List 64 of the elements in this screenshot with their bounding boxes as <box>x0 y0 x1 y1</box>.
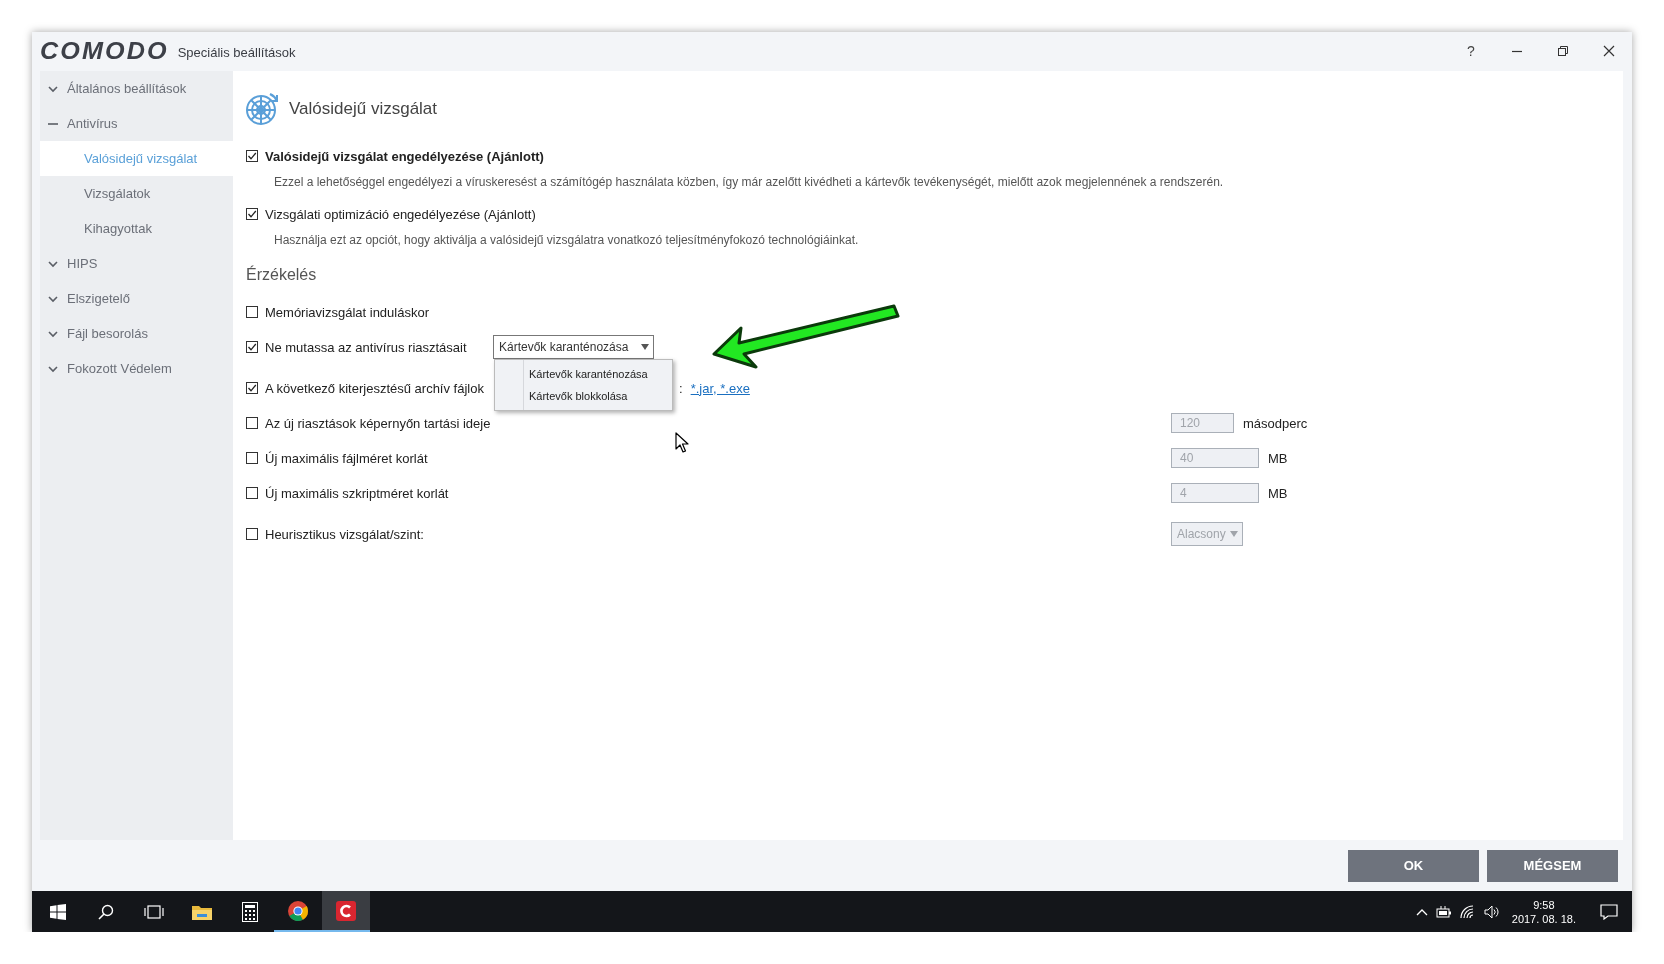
close-icon <box>1603 45 1615 57</box>
checkbox[interactable] <box>246 341 258 353</box>
taskbar-button[interactable] <box>322 891 370 932</box>
option-label: Vizsgálati optimizáció engedélyezése (Ajánlott) <box>265 206 536 222</box>
speaker-icon <box>1483 904 1500 919</box>
option-label: Ne mutassa az antivírus riasztásait <box>265 339 467 355</box>
clock-time: 9:58 <box>1533 897 1555 912</box>
start-icon <box>50 903 66 920</box>
sidebar-item[interactable]: Fájl besorolás <box>40 316 233 351</box>
wifi-icon <box>1459 904 1476 919</box>
clock-date: 2017. 08. 18. <box>1511 911 1576 926</box>
chevron-down-icon <box>48 83 58 94</box>
sidebar-item[interactable]: Elszigetelő <box>40 281 233 316</box>
sidebar-item[interactable]: HIPS <box>40 246 233 281</box>
checkbox[interactable] <box>246 208 258 220</box>
option-label: Az új riasztások képernyőn tartási ideje <box>265 415 491 431</box>
chevron-down-icon <box>48 293 58 304</box>
option-label: Valósidejű vizsgálat engedélyezése (Ajánlott) <box>265 148 544 164</box>
option-label: Memóriavizsgálat induláskor <box>265 304 429 320</box>
mouse-cursor-icon <box>675 432 689 454</box>
separator-text: : <box>679 380 683 396</box>
extensions-link[interactable]: *.jar, *.exe <box>690 380 750 396</box>
dialog-button[interactable]: MÉGSEM <box>1487 849 1618 882</box>
sidebar-item[interactable]: Kihagyottak <box>40 211 233 246</box>
battery-icon <box>1435 905 1452 918</box>
app-icon <box>335 899 357 922</box>
chevron-down-icon <box>48 258 58 269</box>
checkbox[interactable] <box>246 382 258 394</box>
notification-icon <box>1600 903 1618 920</box>
sidebar-item[interactable]: Fokozott Védelem <box>40 351 233 386</box>
option-label: Heurisztikus vizsgálat/szint: <box>265 526 424 542</box>
menu-item[interactable]: Kártevők blokkolása <box>495 385 672 407</box>
search-icon <box>98 903 114 920</box>
dialog-button[interactable]: OK <box>1348 849 1479 882</box>
menu-item[interactable]: Kártevők karanténozása <box>495 363 672 385</box>
chevron-down-icon <box>48 363 58 374</box>
chevron-up-icon <box>1415 907 1428 916</box>
sidebar-item[interactable]: Antivírus <box>40 106 233 141</box>
unit-label: MB <box>1268 450 1288 466</box>
option-label: Új maximális szkriptméret korlát <box>265 485 449 501</box>
option-label: A következő kiterjesztésű archív fájlok <box>265 380 484 396</box>
sidebar-item[interactable]: Általános beállítások <box>40 71 233 106</box>
sidebar-item[interactable]: Valósidejű vizsgálat <box>40 141 233 176</box>
caret-icon <box>641 344 649 350</box>
option-description: Ezzel a lehetőséggel engedélyezi a víruskeresést a számítógép használata közben, így már azelőtt kivédheti a kártevők tevékenységét, mielőtt azok megjelennének a rendszerén. <box>274 174 1225 191</box>
restore-icon <box>1557 45 1569 57</box>
unit-label: másodperc <box>1243 415 1308 431</box>
unit-label: MB <box>1268 485 1288 501</box>
task-view-icon <box>144 903 164 920</box>
sidebar-item[interactable]: Vizsgálatok <box>40 176 233 211</box>
checkbox[interactable] <box>246 150 258 162</box>
help-button[interactable]: ? <box>1448 36 1494 66</box>
option-label: Új maximális fájlméret korlát <box>265 450 428 466</box>
section-title: Érzékelés <box>246 266 318 285</box>
calculator-icon <box>242 901 258 922</box>
globe-refresh-icon <box>244 91 280 127</box>
checkbox[interactable] <box>246 306 258 318</box>
caret-icon <box>1229 531 1238 537</box>
option-description: Használja ezt az opciót, hogy aktiválja a valósidejű vizsgálatra vonatkozó teljesítményfokozó technológiáinkat. <box>274 232 860 249</box>
circle-logo-icon <box>287 899 309 922</box>
page-heading: Valósidejű vizsgálat <box>289 99 438 119</box>
window-title: Speciális beállítások <box>177 45 296 60</box>
app-logo: COMODO <box>39 37 169 65</box>
chevron-down-icon <box>48 328 58 339</box>
